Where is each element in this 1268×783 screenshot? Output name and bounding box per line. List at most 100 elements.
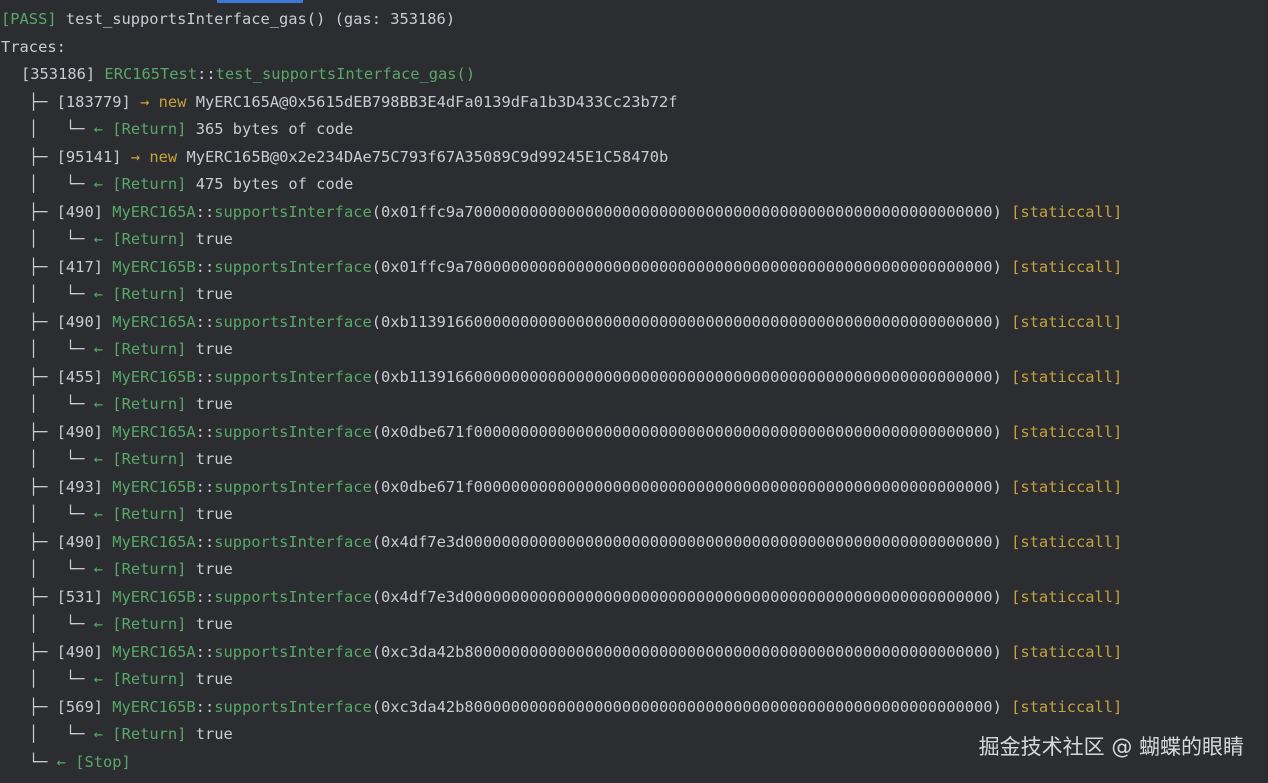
call-args: (0xb113916600000000000000000000000000000… [371,367,1002,386]
root-sep: :: [197,65,216,83]
call-args: (0x4df7e3d000000000000000000000000000000… [371,532,1002,551]
tree-pipe: │ [28,670,39,688]
tree-branch: ├─ [28,312,48,331]
staticcall-tag: [staticcall] [1011,587,1123,606]
call-contract: MyERC165A [112,532,196,551]
call-function: supportsInterface [214,697,372,716]
deployed-contract: MyERC165A@0x5615dEB798BB3E4dFa0139dFa1b3… [195,92,678,111]
staticcall-tag: [staticcall] [1011,367,1123,386]
arrow-right-icon: → [130,147,141,166]
call-contract: MyERC165B [112,367,196,386]
return-label: [Return] [112,670,187,688]
return-line: │ └─ ← [Return] 365 bytes of code [1,116,1268,144]
tree-branch: ├─ [28,642,48,661]
trace-tree: ├─ [183779] → new MyERC165A@0x5615dEB798… [1,89,1268,777]
call-gas: [569] [56,697,103,716]
tree-branch: ├─ [28,587,48,606]
return-value: 365 bytes of code [195,120,354,138]
return-line: │ └─ ← [Return] true [1,336,1268,364]
call-contract: MyERC165A [112,312,196,331]
tree-branch: ├─ [28,532,48,551]
stop-label: [Stop] [75,752,131,771]
call-args: (0xc3da42b800000000000000000000000000000… [371,642,1002,661]
arrow-left-icon: ← [93,230,104,248]
call-function: supportsInterface [214,587,372,606]
call-function: supportsInterface [214,422,372,441]
call-gas: [490] [56,312,103,331]
tree-corner: └─ [65,230,85,248]
staticcall-tag: [staticcall] [1011,257,1123,276]
call-function: supportsInterface [214,477,372,496]
tree-pipe: │ [28,505,39,523]
tree-branch: ├─ [28,147,48,166]
return-label: [Return] [112,560,187,578]
arrow-left-icon: ← [56,752,66,771]
call-sep: :: [195,532,215,551]
call-trace-line: ├─ [569] MyERC165B::supportsInterface(0x… [1,694,1268,722]
call-gas: [95141] [56,147,122,166]
call-gas: [490] [56,422,103,441]
arrow-left-icon: ← [93,120,104,138]
tree-pipe: │ [28,395,39,413]
return-label: [Return] [112,285,187,303]
tree-pipe: │ [28,340,39,358]
call-args: (0x01ffc9a700000000000000000000000000000… [371,202,1002,221]
root-gas: [353186] [21,65,96,83]
call-args: (0x0dbe671f00000000000000000000000000000… [371,477,1002,496]
call-trace-line: ├─ [493] MyERC165B::supportsInterface(0x… [1,474,1268,502]
return-label: [Return] [112,505,187,523]
tree-corner: └─ [65,725,85,743]
tree-corner: └─ [65,395,85,413]
return-line: │ └─ ← [Return] 475 bytes of code [1,171,1268,199]
return-line: │ └─ ← [Return] true [1,501,1268,529]
call-contract: MyERC165A [112,422,196,441]
tree-corner: └─ [65,505,85,523]
create-trace-line: ├─ [183779] → new MyERC165A@0x5615dEB798… [1,89,1268,117]
return-value: true [195,450,233,468]
call-contract: MyERC165A [112,642,196,661]
call-function: supportsInterface [214,312,372,331]
call-args: (0x0dbe671f00000000000000000000000000000… [371,422,1002,441]
call-function: supportsInterface [214,642,372,661]
tree-corner: └─ [65,450,85,468]
test-result-line: [PASS] test_supportsInterface_gas() (gas… [1,6,1268,34]
new-keyword: new [158,92,187,111]
arrow-left-icon: ← [93,505,104,523]
return-value: true [195,615,233,633]
return-value: true [195,560,233,578]
staticcall-tag: [staticcall] [1011,422,1123,441]
arrow-left-icon: ← [93,340,104,358]
return-label: [Return] [112,175,187,193]
return-value: true [195,725,233,743]
staticcall-tag: [staticcall] [1011,532,1123,551]
return-value: true [195,285,233,303]
call-gas: [531] [56,587,103,606]
call-trace-line: ├─ [417] MyERC165B::supportsInterface(0x… [1,254,1268,282]
tree-corner: └─ [28,752,48,771]
arrow-left-icon: ← [93,450,104,468]
call-trace-line: ├─ [531] MyERC165B::supportsInterface(0x… [1,584,1268,612]
call-args: (0x01ffc9a700000000000000000000000000000… [371,257,1002,276]
test-name: test_supportsInterface_gas() [65,10,326,28]
call-sep: :: [195,477,215,496]
tree-pipe: │ [28,450,39,468]
arrow-right-icon: → [140,92,150,111]
call-trace-line: ├─ [490] MyERC165A::supportsInterface(0x… [1,639,1268,667]
tree-corner: └─ [65,175,85,193]
staticcall-tag: [staticcall] [1011,697,1123,716]
return-line: │ └─ ← [Return] true [1,446,1268,474]
tree-pipe: │ [28,615,39,633]
tree-branch: ├─ [28,422,48,441]
staticcall-tag: [staticcall] [1011,477,1123,496]
return-line: │ └─ ← [Return] true [1,556,1268,584]
return-line: │ └─ ← [Return] true [1,281,1268,309]
arrow-left-icon: ← [93,395,104,413]
arrow-left-icon: ← [93,615,104,633]
tree-corner: └─ [65,285,85,303]
call-args: (0xc3da42b800000000000000000000000000000… [371,697,1002,716]
call-gas: [183779] [56,92,131,111]
return-label: [Return] [112,615,187,633]
call-function: supportsInterface [214,257,372,276]
call-trace-line: ├─ [455] MyERC165B::supportsInterface(0x… [1,364,1268,392]
return-line: │ └─ ← [Return] true [1,666,1268,694]
